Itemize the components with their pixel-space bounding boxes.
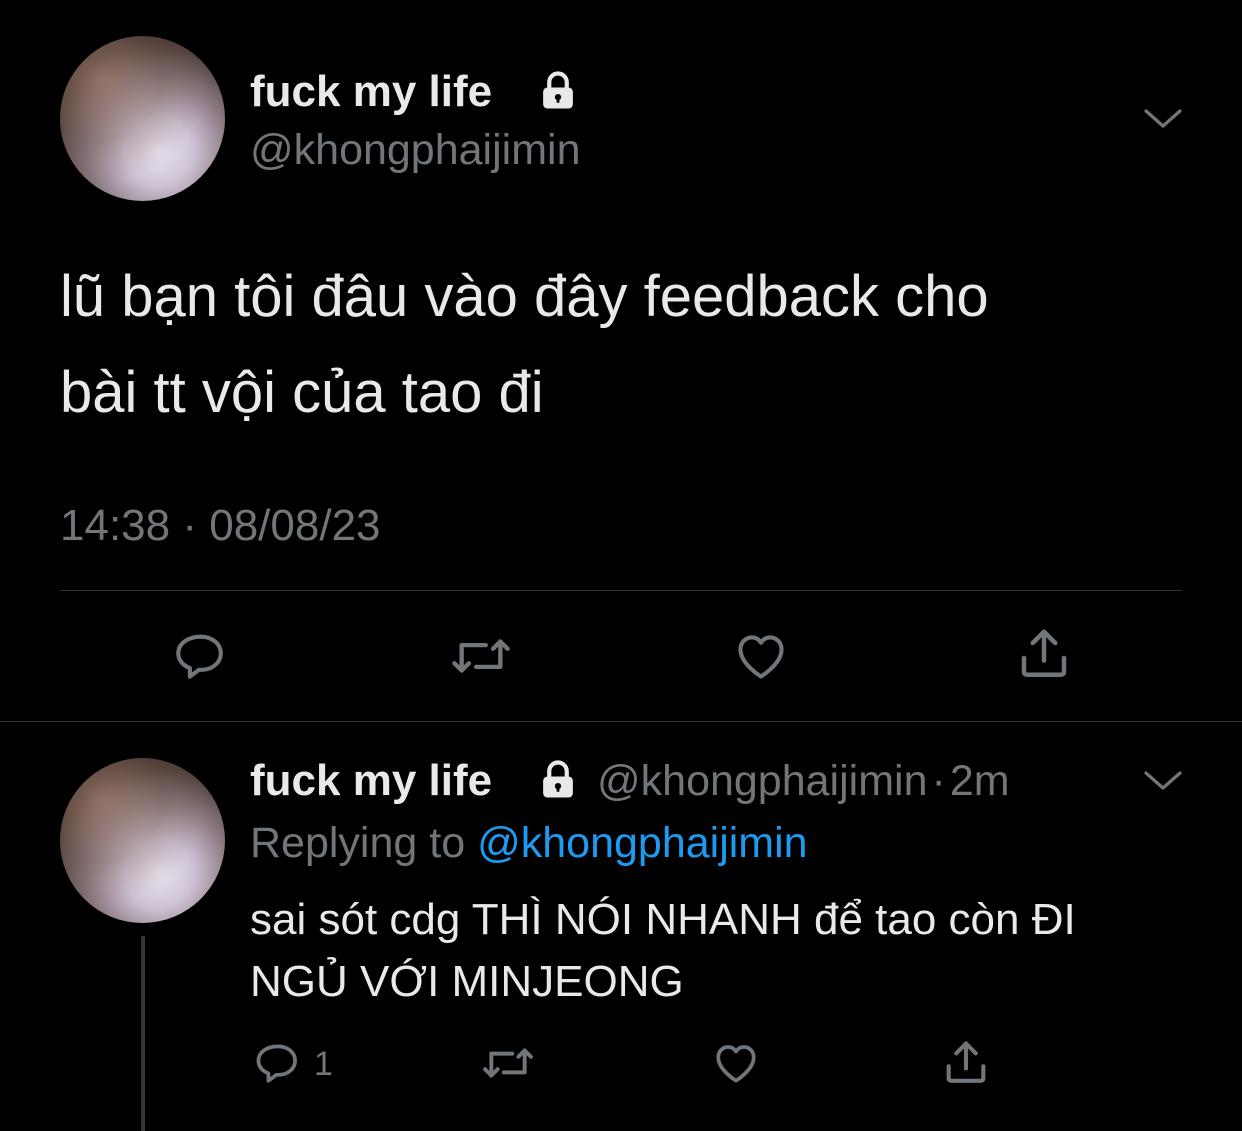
chevron-down-icon[interactable] [1142,764,1184,798]
reply-age[interactable]: 2m [950,757,1010,805]
reply-text-line-2: NGỦ VỚI MINJEONG [250,957,684,1006]
reply-icon[interactable] [172,627,230,685]
share-icon[interactable] [940,1036,992,1088]
tweet-date: 08/08/23 [209,501,381,550]
chevron-down-icon[interactable] [1142,102,1184,136]
retweet-icon[interactable] [449,627,513,685]
reply-count: 1 [314,1045,333,1083]
replying-to: Replying to @khongphaijimin [250,817,808,869]
lock-icon [537,759,579,801]
display-name[interactable]: fuck my life [250,66,492,118]
handle[interactable]: @khongphaijimin [250,124,581,176]
reply-handle[interactable]: @khongphaijimin [597,757,928,805]
reply-header: fuck my life [250,755,492,807]
heart-icon[interactable] [731,627,791,685]
tweet-text-line-2: bài tt vội của tao đi [60,360,544,425]
reply-icon[interactable] [253,1038,303,1088]
thread-line [141,936,145,1131]
heart-icon[interactable] [710,1038,762,1088]
meta-dot: · [931,757,946,805]
divider [0,721,1242,722]
reply-avatar[interactable] [60,758,225,923]
tweet-text-line-1: lũ bạn tôi đâu vào đây feedback cho [60,264,989,329]
divider [60,590,1182,591]
avatar[interactable] [60,36,225,201]
retweet-icon[interactable] [480,1038,536,1088]
reply-meta: @khongphaijimin·2m [597,755,1010,807]
reply-display-name[interactable]: fuck my life [250,756,492,805]
replying-handle-link[interactable]: @khongphaijimin [477,819,808,867]
reply-text-line-1: sai sót cdg THÌ NÓI NHANH để tao còn ĐI [250,895,1076,944]
timestamp-separator: · [182,501,197,550]
tweet-timestamp[interactable]: 14:38 · 08/08/23 [60,500,381,552]
tweet-time: 14:38 [60,501,171,550]
lock-icon [537,70,579,112]
replying-prefix: Replying to [250,819,466,867]
share-icon[interactable] [1014,623,1074,683]
